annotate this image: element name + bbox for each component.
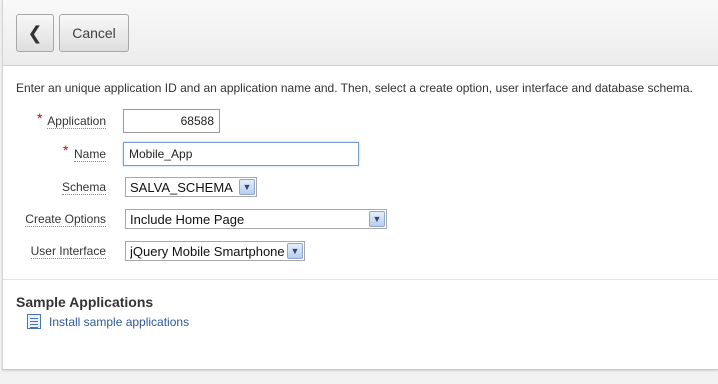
chevron-down-icon: ▼ [287,243,303,259]
schema-label: Schema [61,180,106,195]
install-sample-applications-link[interactable]: Install sample applications [27,314,189,329]
toolbar: ❮ Cancel [3,0,718,66]
create-options-select[interactable]: Include Home Page ▼ [125,209,387,229]
schema-select[interactable]: SALVA_SCHEMA ▼ [125,177,257,197]
user-interface-label: User Interface [30,244,106,259]
back-button[interactable]: ❮ [16,14,54,52]
instructions-text: Enter an unique application ID and an ap… [16,81,693,95]
sample-applications-heading: Sample Applications [16,294,154,310]
document-icon [27,314,41,329]
chevron-down-icon: ▼ [239,179,255,195]
section-divider [3,279,718,280]
chevron-down-icon: ▼ [369,211,385,227]
application-name-input[interactable] [123,142,359,166]
install-sample-applications-label: Install sample applications [49,314,190,329]
chevron-left-icon: ❮ [27,22,43,43]
create-options-label: Create Options [25,212,106,227]
user-interface-select[interactable]: jQuery Mobile Smartphone ▼ [125,241,305,261]
name-label: Name [73,147,106,162]
wizard-panel: ❮ Cancel Enter an unique application ID … [2,0,718,370]
application-label: Application [47,114,106,129]
application-id-input[interactable] [123,109,220,133]
cancel-button[interactable]: Cancel [59,14,129,52]
